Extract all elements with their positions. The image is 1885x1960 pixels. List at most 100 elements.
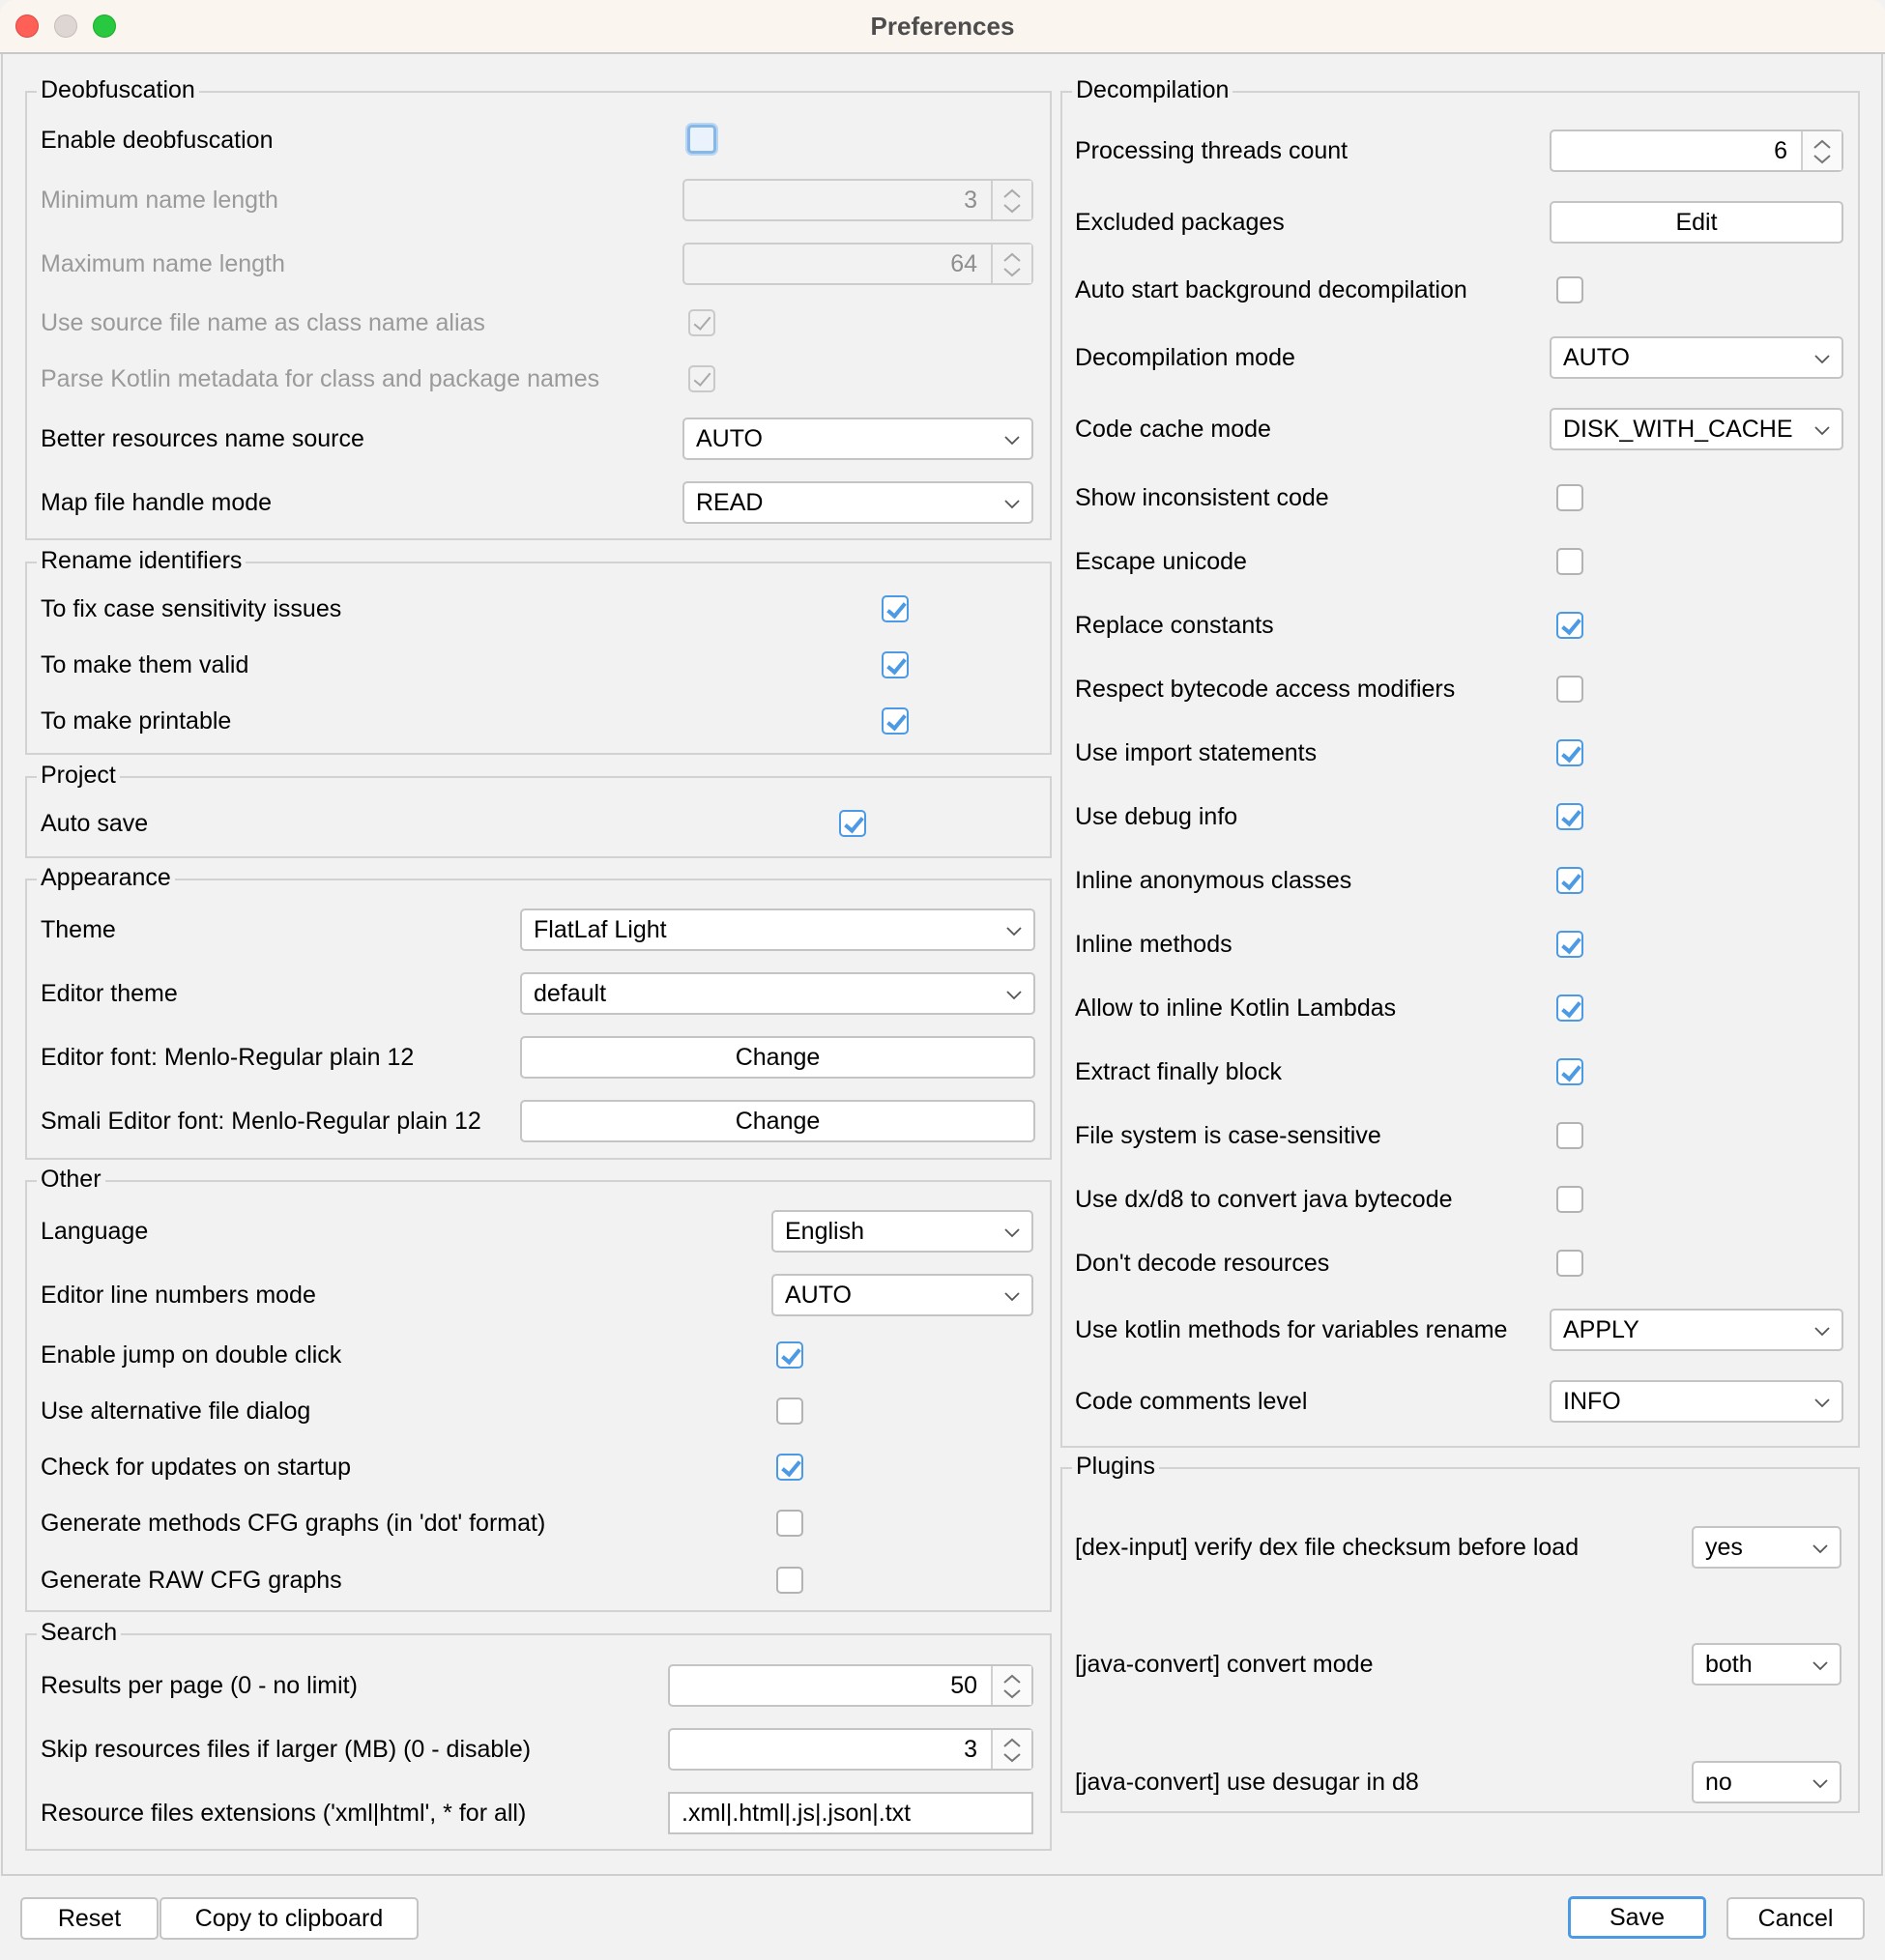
extract-finally-block-checkbox[interactable]: [1556, 1058, 1583, 1085]
chevron-down-icon: [1814, 426, 1830, 436]
enable-deobfuscation-checkbox[interactable]: [687, 125, 716, 154]
parse-kotlin-checkbox[interactable]: [688, 365, 715, 392]
reset-button[interactable]: Reset: [20, 1897, 159, 1940]
dropdown-value: AUTO: [696, 425, 763, 452]
resources-name-source-dropdown[interactable]: AUTO: [682, 418, 1033, 460]
auto-save-checkbox[interactable]: [839, 810, 866, 837]
spinner-arrows-icon[interactable]: [991, 1666, 1031, 1705]
chevron-down-icon: [1004, 1292, 1020, 1302]
change-smali-font-button[interactable]: Change: [520, 1100, 1035, 1142]
show-inconsistent-code-checkbox[interactable]: [1556, 484, 1583, 511]
allow-to-inline-kotlin-lambdas-label: Allow to inline Kotlin Lambdas: [1075, 994, 1397, 1022]
group-title: Appearance: [37, 863, 175, 892]
max-name-length-label: Maximum name length: [41, 250, 285, 277]
rename-case-checkbox[interactable]: [882, 595, 909, 622]
min-name-length-input[interactable]: [684, 181, 991, 219]
skip-resources-label: Skip resources files if larger (MB) (0 -…: [41, 1736, 532, 1763]
file-system-is-case-sensitive-checkbox[interactable]: [1556, 1122, 1583, 1149]
skip-resources-input[interactable]: [670, 1730, 991, 1769]
max-name-length-input[interactable]: [684, 245, 991, 283]
jump-double-click-checkbox[interactable]: [776, 1341, 803, 1369]
line-numbers-label: Editor line numbers mode: [41, 1282, 316, 1309]
dropdown-value: READ: [696, 489, 764, 516]
dropdown-value: APPLY: [1563, 1316, 1639, 1343]
alt-file-dialog-label: Use alternative file dialog: [41, 1398, 311, 1425]
use-import-statements-checkbox[interactable]: [1556, 739, 1583, 766]
threads-count-input[interactable]: [1552, 131, 1801, 170]
rename-printable-checkbox[interactable]: [882, 707, 909, 735]
auto-start-checkbox[interactable]: [1556, 276, 1583, 303]
spinner-arrows-icon[interactable]: [991, 1730, 1031, 1769]
plugin-convert-mode-dropdown[interactable]: both: [1692, 1643, 1842, 1686]
spinner-arrows-icon[interactable]: [1801, 131, 1842, 170]
comments-level-dropdown[interactable]: INFO: [1550, 1380, 1843, 1423]
plugin-dex-checksum-dropdown[interactable]: yes: [1692, 1526, 1842, 1569]
line-numbers-dropdown[interactable]: AUTO: [771, 1274, 1033, 1316]
use-dx-d8-to-convert-java-bytecode-checkbox[interactable]: [1556, 1186, 1583, 1213]
inline-anonymous-classes-checkbox[interactable]: [1556, 867, 1583, 894]
rename-printable-label: To make printable: [41, 707, 232, 735]
chevron-down-icon: [1812, 1779, 1828, 1789]
auto-save-label: Auto save: [41, 810, 149, 837]
rename-valid-checkbox[interactable]: [882, 651, 909, 678]
group-title: Rename identifiers: [37, 546, 246, 575]
check-updates-checkbox[interactable]: [776, 1454, 803, 1481]
save-button[interactable]: Save: [1568, 1896, 1706, 1939]
copy-to-clipboard-button[interactable]: Copy to clipboard: [160, 1897, 419, 1940]
plugin-dex-checksum-label: [dex-input] verify dex file checksum bef…: [1075, 1534, 1580, 1561]
dropdown-value: FlatLaf Light: [534, 916, 667, 943]
don-t-decode-resources-checkbox[interactable]: [1556, 1250, 1583, 1277]
rename-case-label: To fix case sensitivity issues: [41, 595, 342, 622]
results-per-page-spinner[interactable]: [668, 1664, 1033, 1707]
chevron-down-icon: [1004, 500, 1020, 509]
editor-font-label: Editor font: Menlo-Regular plain 12: [41, 1044, 415, 1071]
cfg-graphs-checkbox[interactable]: [776, 1510, 803, 1537]
spinner-arrows-icon[interactable]: [991, 245, 1031, 283]
raw-cfg-graphs-checkbox[interactable]: [776, 1567, 803, 1594]
respect-bytecode-access-modifiers-label: Respect bytecode access modifiers: [1075, 676, 1456, 703]
editor-theme-dropdown[interactable]: default: [520, 972, 1035, 1015]
group-title: Other: [37, 1165, 105, 1194]
threads-count-spinner[interactable]: [1550, 130, 1843, 172]
min-name-length-label: Minimum name length: [41, 187, 278, 214]
enable-deobfuscation-label: Enable deobfuscation: [41, 127, 274, 154]
results-per-page-input[interactable]: [670, 1666, 991, 1705]
alt-file-dialog-checkbox[interactable]: [776, 1398, 803, 1425]
map-file-mode-dropdown[interactable]: READ: [682, 481, 1033, 524]
use-debug-info-checkbox[interactable]: [1556, 803, 1583, 830]
plugin-desugar-label: [java-convert] use desugar in d8: [1075, 1769, 1419, 1796]
inline-anonymous-classes-label: Inline anonymous classes: [1075, 867, 1352, 894]
comments-level-label: Code comments level: [1075, 1388, 1308, 1415]
map-file-mode-label: Map file handle mode: [41, 489, 273, 516]
jump-double-click-label: Enable jump on double click: [41, 1341, 342, 1369]
language-dropdown[interactable]: English: [771, 1210, 1033, 1253]
replace-constants-checkbox[interactable]: [1556, 612, 1583, 639]
min-name-length-spinner[interactable]: [682, 179, 1033, 221]
dropdown-value: INFO: [1563, 1388, 1621, 1415]
cancel-button[interactable]: Cancel: [1726, 1897, 1865, 1940]
plugin-desugar-dropdown[interactable]: no: [1692, 1761, 1842, 1803]
change-editor-font-button[interactable]: Change: [520, 1036, 1035, 1079]
resource-extensions-input[interactable]: [670, 1794, 1031, 1832]
use-source-name-checkbox[interactable]: [688, 309, 715, 336]
check-updates-label: Check for updates on startup: [41, 1454, 352, 1481]
editor-theme-label: Editor theme: [41, 980, 178, 1007]
decompilation-mode-dropdown[interactable]: AUTO: [1550, 336, 1843, 379]
edit-excluded-packages-button[interactable]: Edit: [1550, 201, 1843, 244]
dropdown-value: AUTO: [785, 1282, 852, 1309]
resource-extensions-field[interactable]: [668, 1792, 1033, 1834]
escape-unicode-checkbox[interactable]: [1556, 548, 1583, 575]
respect-bytecode-access-modifiers-checkbox[interactable]: [1556, 676, 1583, 703]
max-name-length-spinner[interactable]: [682, 243, 1033, 285]
theme-dropdown[interactable]: FlatLaf Light: [520, 908, 1035, 951]
allow-to-inline-kotlin-lambdas-checkbox[interactable]: [1556, 994, 1583, 1022]
inline-methods-checkbox[interactable]: [1556, 931, 1583, 958]
spinner-arrows-icon[interactable]: [991, 181, 1031, 219]
chevron-down-icon: [1814, 1327, 1830, 1337]
kotlin-rename-dropdown[interactable]: APPLY: [1550, 1309, 1843, 1351]
chevron-down-icon: [1006, 991, 1022, 1000]
skip-resources-spinner[interactable]: [668, 1728, 1033, 1771]
code-cache-mode-dropdown[interactable]: DISK_WITH_CACHE: [1550, 408, 1843, 450]
use-source-name-label: Use source file name as class name alias: [41, 309, 485, 336]
plugin-convert-mode-label: [java-convert] convert mode: [1075, 1651, 1374, 1678]
